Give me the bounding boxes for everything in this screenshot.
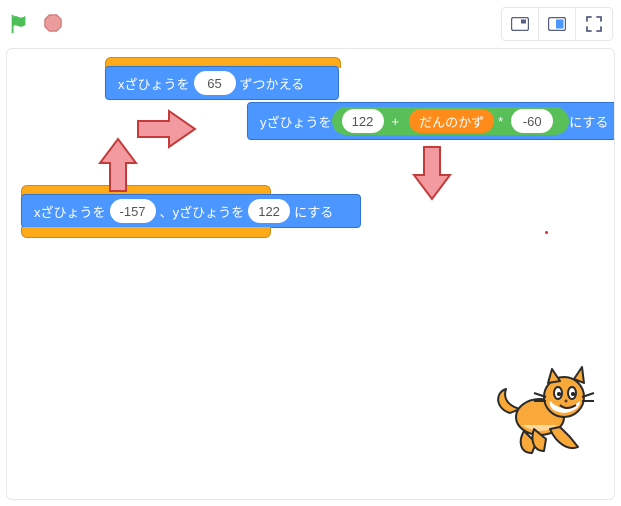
cat-icon (490, 359, 600, 469)
block-label: xざひょうを (34, 202, 106, 221)
goto-xy-block[interactable]: xざひょうを -157 、 yざひょうを 122 にする (21, 194, 361, 228)
goto-y-value[interactable]: 122 (248, 199, 290, 223)
stage-container: xざひょうを 65 ずつかえる yざひょうを 122 + だんのかず * -60… (6, 48, 615, 500)
fullscreen-icon (586, 16, 602, 32)
arrow-up-icon (96, 133, 140, 197)
green-flag-button[interactable] (8, 12, 30, 36)
block-label: 、 (160, 202, 173, 221)
set-y-mult[interactable]: -60 (511, 109, 553, 133)
top-bar (0, 0, 621, 48)
stage[interactable]: xざひょうを 65 ずつかえる yざひょうを 122 + だんのかず * -60… (7, 49, 614, 499)
arrow-down (410, 141, 454, 205)
change-x-block[interactable]: xざひょうを 65 ずつかえる (105, 66, 339, 100)
operator-add[interactable]: 122 + だんのかず * -60 (332, 107, 570, 135)
operator-mul[interactable]: だんのかず * -60 (403, 107, 563, 135)
green-flag-icon (8, 12, 30, 36)
arrow-right (133, 107, 203, 151)
block-label: yざひょうを (260, 112, 332, 131)
large-stage-button[interactable] (538, 7, 576, 41)
set-y-block[interactable]: yざひょうを 122 + だんのかず * -60 にする (247, 102, 615, 140)
fullscreen-button[interactable] (575, 7, 613, 41)
app-frame: xざひょうを 65 ずつかえる yざひょうを 122 + だんのかず * -60… (0, 0, 621, 506)
arrow-up (96, 133, 140, 197)
large-stage-icon (548, 17, 566, 31)
stack-cap-bottom-2 (21, 227, 271, 238)
variable-reporter[interactable]: だんのかず (409, 109, 494, 133)
small-stage-icon (511, 17, 529, 31)
block-label: ずつかえる (240, 74, 305, 93)
block-label: yざひょうを (173, 202, 245, 221)
stop-icon (44, 14, 62, 32)
times-op: * (494, 114, 507, 129)
small-stage-button[interactable] (501, 7, 539, 41)
set-y-base[interactable]: 122 (342, 109, 384, 133)
arrow-down-icon (410, 141, 454, 205)
stop-button[interactable] (44, 14, 62, 35)
stage-size-controls (502, 7, 613, 41)
cat-sprite[interactable] (490, 359, 600, 472)
marker-dot (545, 231, 548, 234)
run-controls (8, 12, 62, 36)
plus-op: + (388, 114, 404, 129)
block-label: xざひょうを (118, 74, 190, 93)
change-x-value[interactable]: 65 (194, 71, 236, 95)
arrow-right-icon (133, 107, 203, 151)
goto-x-value[interactable]: -157 (110, 199, 156, 223)
block-label: にする (294, 202, 333, 221)
block-label: にする (569, 112, 608, 131)
